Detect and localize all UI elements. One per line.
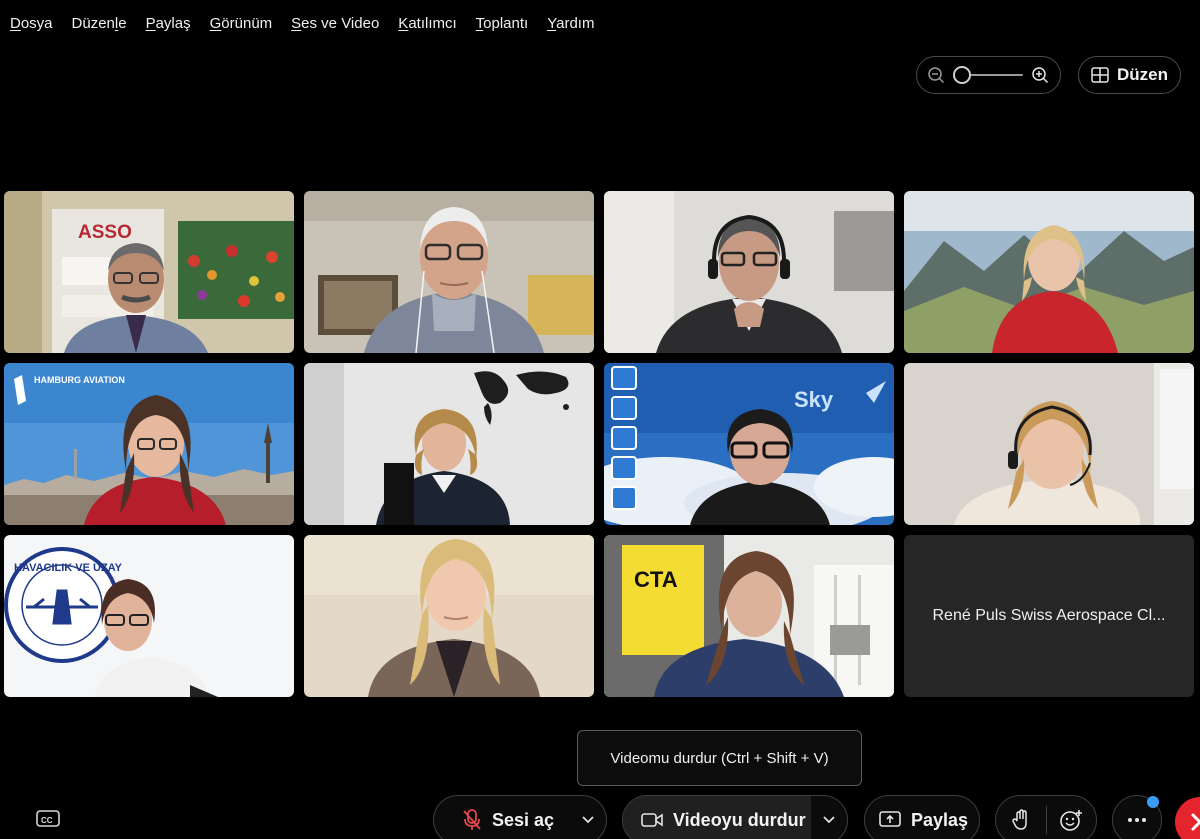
chevron-down-icon xyxy=(823,816,835,824)
end-call-button[interactable] xyxy=(1175,797,1200,839)
unmute-button[interactable]: Sesi aç xyxy=(434,809,570,831)
layout-button[interactable]: Düzen xyxy=(1078,56,1181,94)
menu-yardim[interactable]: Yardım xyxy=(547,15,594,32)
sign-text: Sky xyxy=(794,387,834,412)
participant-tile[interactable] xyxy=(304,363,594,525)
participant-name: René Puls Swiss Aerospace Cl... xyxy=(932,607,1166,624)
closed-caption-icon: CC xyxy=(36,810,60,827)
participant-video xyxy=(304,535,594,697)
logo-text: HAVACILIK VE UZAY xyxy=(14,562,123,574)
grid-layout-icon xyxy=(1091,67,1109,83)
zoom-slider[interactable] xyxy=(953,65,1023,85)
menu-dosya[interactable]: Dosya xyxy=(10,15,53,32)
sign-text: CTA xyxy=(634,567,678,592)
participant-tile[interactable] xyxy=(604,191,894,353)
participant-tile[interactable]: ASSO xyxy=(4,191,294,353)
participant-tile-no-video[interactable]: René Puls Swiss Aerospace Cl... xyxy=(904,535,1194,697)
participant-tile[interactable] xyxy=(304,535,594,697)
mute-control: Sesi aç xyxy=(433,795,607,839)
menu-paylas[interactable]: Paylaş xyxy=(146,15,191,32)
participant-tile[interactable]: HAVACILIK VE UZAY xyxy=(4,535,294,697)
reactions-button[interactable] xyxy=(1046,796,1096,839)
zoom-in-icon[interactable] xyxy=(1031,66,1049,84)
menu-duzenle[interactable]: Düzenle xyxy=(72,15,127,32)
notification-dot xyxy=(1147,796,1159,808)
participant-video: HAVACILIK VE UZAY xyxy=(4,535,294,697)
closed-caption-button[interactable]: CC xyxy=(34,806,62,832)
raise-hand-icon xyxy=(1011,809,1027,830)
participant-video: Sky xyxy=(604,363,894,525)
chevron-down-icon xyxy=(582,816,594,824)
unmute-label: Sesi aç xyxy=(492,809,555,830)
sign-text: ASSO xyxy=(78,222,132,243)
participant-video xyxy=(904,363,1194,525)
more-icon xyxy=(1128,818,1146,822)
participant-video: CTA xyxy=(604,535,894,697)
end-call-icon xyxy=(1191,813,1200,831)
video-tooltip: Videomu durdur (Ctrl + Shift + V) xyxy=(577,730,862,786)
stop-video-button[interactable]: Videoyu durdur xyxy=(623,796,811,839)
participant-video xyxy=(304,191,594,353)
participant-video: HAMBURG AVIATION xyxy=(4,363,294,525)
participant-tile[interactable] xyxy=(304,191,594,353)
participant-video: ASSO xyxy=(4,191,294,353)
share-button[interactable]: Paylaş xyxy=(864,795,980,839)
menu-gorunum[interactable]: Görünüm xyxy=(210,15,273,32)
audio-options-button[interactable] xyxy=(570,796,606,839)
participant-tile[interactable] xyxy=(904,363,1194,525)
video-grid: ASSO HAMBURG AVIATION Sky HAVACILIK VE U… xyxy=(4,191,1196,697)
sign-text: HAMBURG AVIATION xyxy=(34,375,125,385)
participant-video xyxy=(304,363,594,525)
menu-ses-ve-video[interactable]: Ses ve Video xyxy=(291,15,379,32)
zoom-out-icon[interactable] xyxy=(927,66,945,84)
reactions-icon xyxy=(1060,810,1083,831)
share-label: Paylaş xyxy=(911,809,969,830)
participant-tile[interactable]: Sky xyxy=(604,363,894,525)
video-control: Videoyu durdur xyxy=(622,795,848,839)
microphone-muted-icon xyxy=(463,809,481,830)
hand-reaction-group xyxy=(995,795,1097,839)
participant-video xyxy=(904,191,1194,353)
menu-bar: Dosya Düzenle Paylaş Görünüm Ses ve Vide… xyxy=(0,0,1200,46)
participant-video xyxy=(604,191,894,353)
participant-tile[interactable]: HAMBURG AVIATION xyxy=(4,363,294,525)
video-options-button[interactable] xyxy=(811,796,847,839)
svg-text:CC: CC xyxy=(41,816,53,825)
share-button-content: Paylaş xyxy=(865,810,968,831)
menu-toplanti[interactable]: Toplantı xyxy=(476,15,529,32)
layout-label: Düzen xyxy=(1117,65,1168,84)
menu-katilimci[interactable]: Katılımcı xyxy=(398,15,456,32)
camera-icon xyxy=(641,813,663,827)
participant-tile[interactable] xyxy=(904,191,1194,353)
share-screen-icon xyxy=(879,811,901,827)
zoom-slider-thumb[interactable] xyxy=(953,66,971,84)
zoom-control xyxy=(916,56,1061,94)
raise-hand-button[interactable] xyxy=(996,796,1046,839)
stop-video-label: Videoyu durdur xyxy=(673,809,806,830)
participant-tile[interactable]: CTA xyxy=(604,535,894,697)
